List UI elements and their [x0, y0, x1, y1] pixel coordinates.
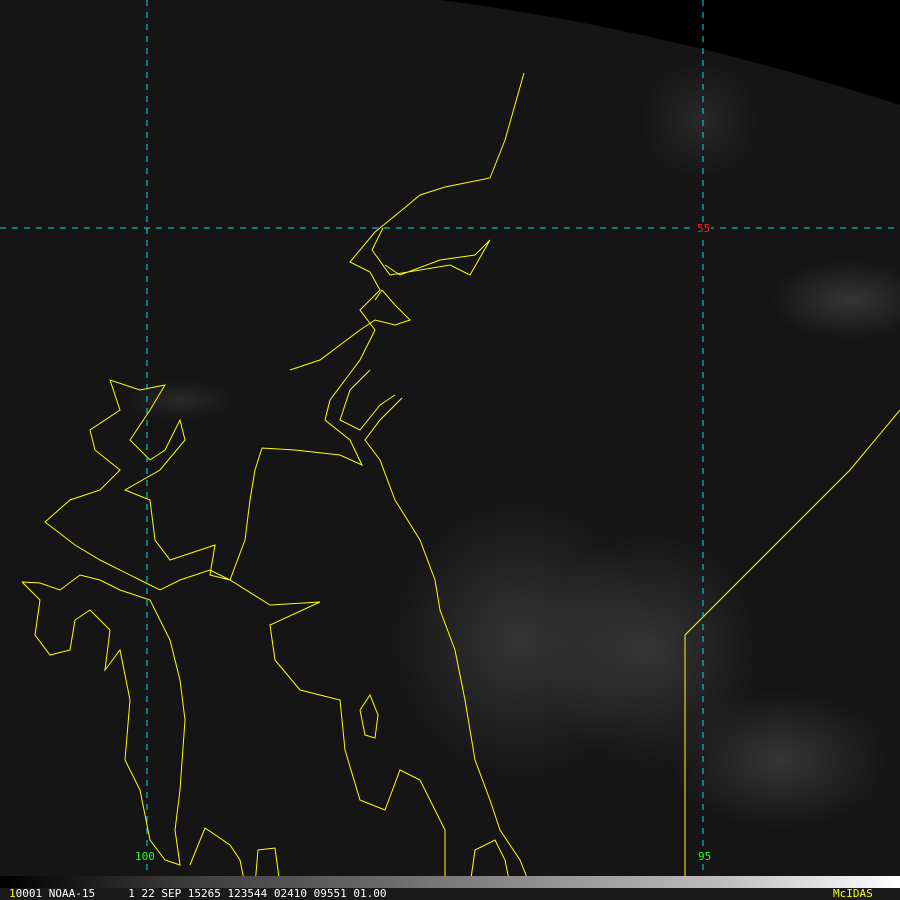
info-bar: 10001 NOAA-15 1 22 SEP 15265 123544 0241… [0, 888, 900, 900]
mcidas-label: McIDAS [833, 887, 873, 900]
latitude-label: 55 [696, 222, 712, 235]
longitude-label-95: 95 [698, 850, 712, 863]
frame-number: 1 [9, 887, 16, 900]
satellite-image-viewer: 55 100 95 10001 NOAA-15 1 22 SEP 15265 1… [0, 0, 900, 900]
satellite-map [0, 0, 900, 900]
longitude-label-100: 100 [135, 850, 155, 863]
image-info-text: 0001 NOAA-15 1 22 SEP 15265 123544 02410… [15, 887, 387, 900]
